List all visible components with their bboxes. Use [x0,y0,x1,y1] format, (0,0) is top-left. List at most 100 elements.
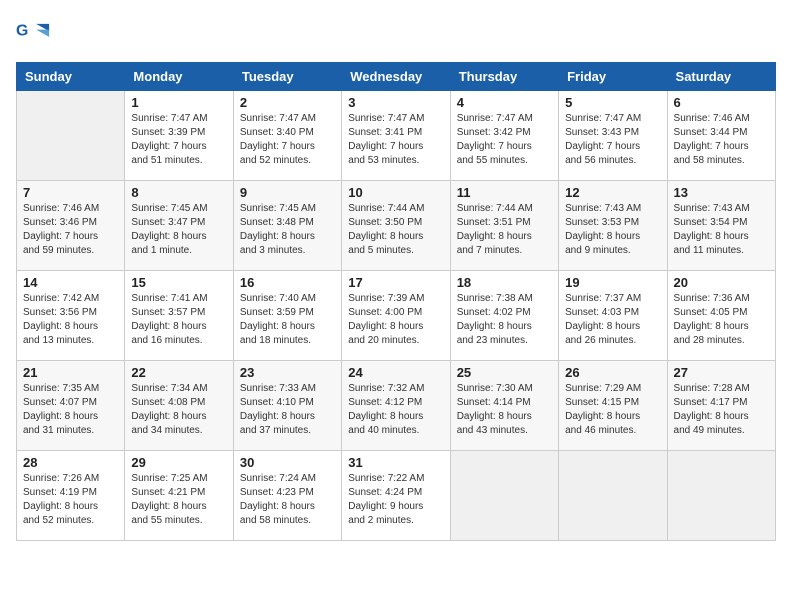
day-number: 30 [240,455,335,470]
day-info: Sunrise: 7:47 AM Sunset: 3:43 PM Dayligh… [565,112,660,168]
day-info: Sunrise: 7:26 AM Sunset: 4:19 PM Dayligh… [23,472,118,528]
day-info: Sunrise: 7:24 AM Sunset: 4:23 PM Dayligh… [240,472,335,528]
day-cell: 29 Sunrise: 7:25 AM Sunset: 4:21 PM Dayli… [125,451,233,541]
logo: G [16,16,56,52]
day-info: Sunrise: 7:45 AM Sunset: 3:48 PM Dayligh… [240,202,335,258]
day-header-saturday: Saturday [667,63,775,91]
day-cell: 27 Sunrise: 7:28 AM Sunset: 4:17 PM Dayli… [667,361,775,451]
day-cell: 8 Sunrise: 7:45 AM Sunset: 3:47 PM Daylig… [125,181,233,271]
day-cell: 21 Sunrise: 7:35 AM Sunset: 4:07 PM Dayli… [17,361,125,451]
day-number: 27 [674,365,769,380]
day-info: Sunrise: 7:47 AM Sunset: 3:40 PM Dayligh… [240,112,335,168]
day-number: 24 [348,365,443,380]
day-info: Sunrise: 7:25 AM Sunset: 4:21 PM Dayligh… [131,472,226,528]
day-number: 26 [565,365,660,380]
day-cell: 28 Sunrise: 7:26 AM Sunset: 4:19 PM Dayli… [17,451,125,541]
day-info: Sunrise: 7:39 AM Sunset: 4:00 PM Dayligh… [348,292,443,348]
day-number: 1 [131,95,226,110]
calendar-body: 1Sunrise: 7:47 AM Sunset: 3:39 PM Daylig… [17,91,776,541]
day-cell: 4 Sunrise: 7:47 AM Sunset: 3:42 PM Daylig… [450,91,558,181]
day-number: 25 [457,365,552,380]
day-number: 4 [457,95,552,110]
day-cell: 17 Sunrise: 7:39 AM Sunset: 4:00 PM Dayli… [342,271,450,361]
day-cell: 19Sunrise: 7:37 AM Sunset: 4:03 PM Dayli… [559,271,667,361]
day-number: 20 [674,275,769,290]
week-row-3: 14Sunrise: 7:42 AM Sunset: 3:56 PM Dayli… [17,271,776,361]
day-cell [450,451,558,541]
day-info: Sunrise: 7:22 AM Sunset: 4:24 PM Dayligh… [348,472,443,528]
week-row-1: 1Sunrise: 7:47 AM Sunset: 3:39 PM Daylig… [17,91,776,181]
logo-icon: G [16,16,52,52]
day-info: Sunrise: 7:47 AM Sunset: 3:42 PM Dayligh… [457,112,552,168]
day-number: 9 [240,185,335,200]
day-cell: 7 Sunrise: 7:46 AM Sunset: 3:46 PM Daylig… [17,181,125,271]
day-number: 21 [23,365,118,380]
day-number: 13 [674,185,769,200]
week-row-4: 21 Sunrise: 7:35 AM Sunset: 4:07 PM Dayli… [17,361,776,451]
day-header-thursday: Thursday [450,63,558,91]
day-info: Sunrise: 7:47 AM Sunset: 3:41 PM Dayligh… [348,112,443,168]
day-number: 11 [457,185,552,200]
day-number: 15 [131,275,226,290]
day-cell [17,91,125,181]
day-info: Sunrise: 7:41 AM Sunset: 3:57 PM Dayligh… [131,292,226,348]
day-info: Sunrise: 7:45 AM Sunset: 3:47 PM Dayligh… [131,202,226,258]
day-number: 16 [240,275,335,290]
day-info: Sunrise: 7:34 AM Sunset: 4:08 PM Dayligh… [131,382,226,438]
day-info: Sunrise: 7:46 AM Sunset: 3:46 PM Dayligh… [23,202,118,258]
day-number: 31 [348,455,443,470]
day-number: 17 [348,275,443,290]
day-cell: 31 Sunrise: 7:22 AM Sunset: 4:24 PM Dayli… [342,451,450,541]
day-header-tuesday: Tuesday [233,63,341,91]
week-row-2: 7 Sunrise: 7:46 AM Sunset: 3:46 PM Daylig… [17,181,776,271]
week-row-5: 28 Sunrise: 7:26 AM Sunset: 4:19 PM Dayli… [17,451,776,541]
day-cell: 20 Sunrise: 7:36 AM Sunset: 4:05 PM Dayli… [667,271,775,361]
day-info: Sunrise: 7:28 AM Sunset: 4:17 PM Dayligh… [674,382,769,438]
day-number: 8 [131,185,226,200]
day-info: Sunrise: 7:44 AM Sunset: 3:50 PM Dayligh… [348,202,443,258]
day-header-monday: Monday [125,63,233,91]
day-cell: 14Sunrise: 7:42 AM Sunset: 3:56 PM Dayli… [17,271,125,361]
day-number: 23 [240,365,335,380]
day-cell: 1Sunrise: 7:47 AM Sunset: 3:39 PM Daylig… [125,91,233,181]
day-info: Sunrise: 7:37 AM Sunset: 4:03 PM Dayligh… [565,292,660,348]
day-info: Sunrise: 7:36 AM Sunset: 4:05 PM Dayligh… [674,292,769,348]
day-number: 22 [131,365,226,380]
day-cell: 6 Sunrise: 7:46 AM Sunset: 3:44 PM Daylig… [667,91,775,181]
day-info: Sunrise: 7:40 AM Sunset: 3:59 PM Dayligh… [240,292,335,348]
day-number: 29 [131,455,226,470]
day-info: Sunrise: 7:43 AM Sunset: 3:53 PM Dayligh… [565,202,660,258]
svg-text:G: G [16,22,28,39]
day-cell: 26 Sunrise: 7:29 AM Sunset: 4:15 PM Dayli… [559,361,667,451]
day-number: 2 [240,95,335,110]
day-header-wednesday: Wednesday [342,63,450,91]
day-info: Sunrise: 7:38 AM Sunset: 4:02 PM Dayligh… [457,292,552,348]
days-of-week-row: SundayMondayTuesdayWednesdayThursdayFrid… [17,63,776,91]
day-info: Sunrise: 7:43 AM Sunset: 3:54 PM Dayligh… [674,202,769,258]
day-info: Sunrise: 7:35 AM Sunset: 4:07 PM Dayligh… [23,382,118,438]
day-cell: 12 Sunrise: 7:43 AM Sunset: 3:53 PM Dayli… [559,181,667,271]
day-info: Sunrise: 7:46 AM Sunset: 3:44 PM Dayligh… [674,112,769,168]
day-info: Sunrise: 7:29 AM Sunset: 4:15 PM Dayligh… [565,382,660,438]
day-number: 6 [674,95,769,110]
day-cell: 18Sunrise: 7:38 AM Sunset: 4:02 PM Dayli… [450,271,558,361]
day-cell: 23 Sunrise: 7:33 AM Sunset: 4:10 PM Dayli… [233,361,341,451]
day-number: 10 [348,185,443,200]
day-cell: 10 Sunrise: 7:44 AM Sunset: 3:50 PM Dayli… [342,181,450,271]
day-cell: 13 Sunrise: 7:43 AM Sunset: 3:54 PM Dayli… [667,181,775,271]
day-cell: 9 Sunrise: 7:45 AM Sunset: 3:48 PM Daylig… [233,181,341,271]
day-info: Sunrise: 7:42 AM Sunset: 3:56 PM Dayligh… [23,292,118,348]
day-cell [559,451,667,541]
day-number: 7 [23,185,118,200]
calendar-table: SundayMondayTuesdayWednesdayThursdayFrid… [16,62,776,541]
page-header: G [16,16,776,52]
day-number: 28 [23,455,118,470]
day-number: 12 [565,185,660,200]
day-info: Sunrise: 7:33 AM Sunset: 4:10 PM Dayligh… [240,382,335,438]
day-cell: 22 Sunrise: 7:34 AM Sunset: 4:08 PM Dayli… [125,361,233,451]
day-cell: 5Sunrise: 7:47 AM Sunset: 3:43 PM Daylig… [559,91,667,181]
calendar-header: SundayMondayTuesdayWednesdayThursdayFrid… [17,63,776,91]
day-info: Sunrise: 7:44 AM Sunset: 3:51 PM Dayligh… [457,202,552,258]
day-info: Sunrise: 7:32 AM Sunset: 4:12 PM Dayligh… [348,382,443,438]
day-cell: 3Sunrise: 7:47 AM Sunset: 3:41 PM Daylig… [342,91,450,181]
